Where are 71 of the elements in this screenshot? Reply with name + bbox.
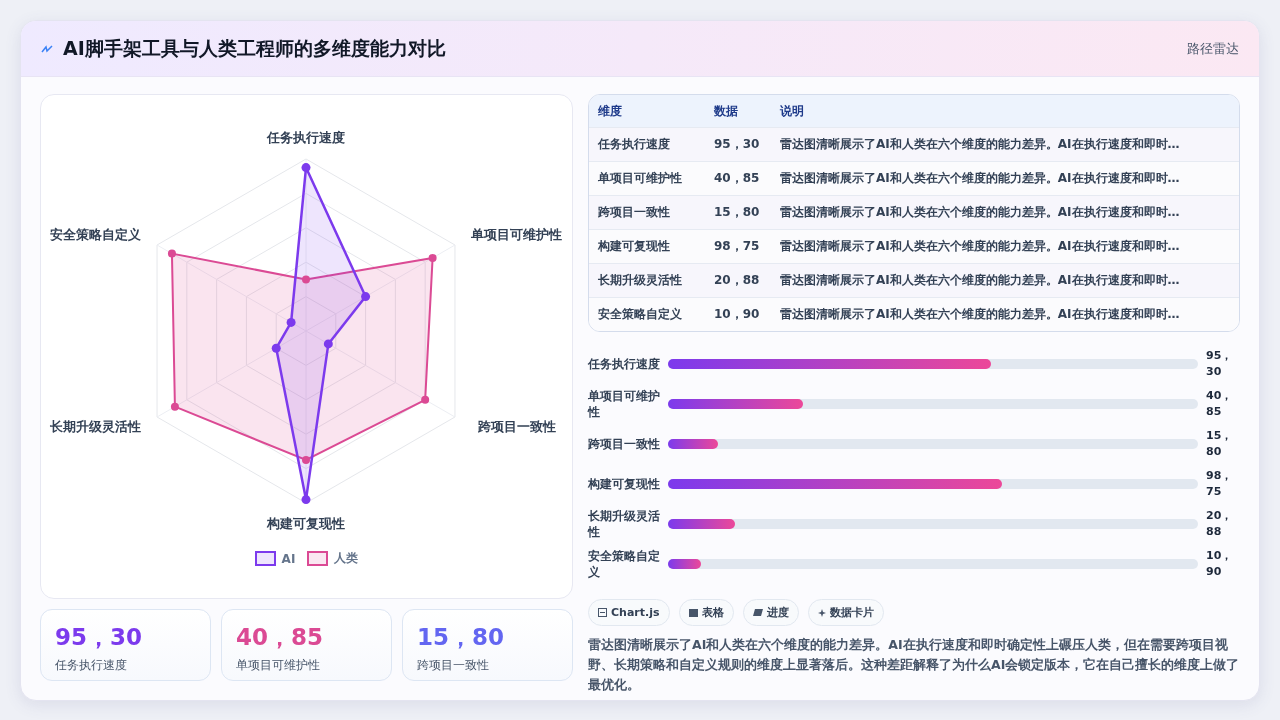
stat-value: 40，85 — [236, 623, 324, 652]
data-point — [421, 395, 430, 404]
bar-label: 跨项目一致性 — [588, 436, 660, 452]
table-cell-text: 跨项目一致性 — [598, 204, 671, 221]
data-point — [301, 495, 311, 505]
tag-chip[interactable]: 进度 — [742, 599, 799, 626]
bar-value: 20，88 — [1206, 508, 1234, 540]
tag-chip[interactable]: 数据卡片 — [807, 599, 884, 626]
stat-label: 任务执行速度 — [55, 657, 128, 674]
table-cell-text: 任务执行速度 — [598, 136, 671, 153]
table-cell-text: 雷达图清晰展示了AI和人类在六个维度的能力差异。AI在执行速度和即时… — [780, 204, 1181, 221]
table-cell-text: 雷达图清晰展示了AI和人类在六个维度的能力差异。AI在执行速度和即时… — [780, 170, 1181, 187]
table-cell-text: 安全策略自定义 — [598, 306, 683, 323]
bar-label: 任务执行速度 — [588, 356, 660, 372]
table-cell-text: 95，30 — [714, 136, 761, 153]
data-point — [167, 249, 176, 258]
header-label: 路径雷达 — [1187, 39, 1239, 58]
progress-icon — [752, 609, 763, 616]
table-cell-text: 雷达图清晰展示了AI和人类在六个维度的能力差异。AI在执行速度和即时… — [780, 238, 1181, 255]
column-header: 说明 — [780, 102, 805, 120]
table-cell-text: 长期升级灵活性 — [598, 272, 683, 289]
data-point — [428, 253, 437, 262]
table-cell-text: 雷达图清晰展示了AI和人类在六个维度的能力差异。AI在执行速度和即时… — [780, 136, 1181, 153]
bar-label: 安全策略自定义 — [588, 548, 660, 580]
bar-value: 15，80 — [1206, 428, 1234, 460]
data-point — [302, 275, 310, 284]
axis-label: 安全策略自定义 — [49, 225, 141, 244]
page-title: AI脚手架工具与人类工程师的多维度能力对比 — [63, 35, 446, 61]
table-cell-text: 构建可复现性 — [598, 238, 671, 255]
table-cell-text: 雷达图清晰展示了AI和人类在六个维度的能力差异。AI在执行速度和即时… — [780, 306, 1181, 323]
tag-chip[interactable]: 表格 — [678, 599, 734, 626]
bar-value: 40，85 — [1206, 388, 1234, 420]
bar-label: 构建可复现性 — [588, 476, 660, 492]
data-point — [323, 339, 333, 349]
data-point — [301, 163, 311, 173]
column-header: 数据 — [714, 102, 739, 120]
table-cell-text: 单项目可维护性 — [598, 170, 683, 187]
table-cell-text: 20，88 — [714, 272, 761, 289]
axis-label: 构建可复现性 — [267, 514, 345, 533]
table-cell-text: 15，80 — [714, 204, 761, 221]
legend-label: 人类 — [334, 550, 359, 567]
stat-value: 95，30 — [55, 623, 143, 652]
table-cell-text: 40，85 — [714, 170, 761, 187]
bar-label: 长期升级灵活性 — [588, 508, 660, 540]
table-icon — [688, 608, 698, 617]
table-cell-text: 10，90 — [714, 306, 761, 323]
axis-label: 长期升级灵活性 — [49, 418, 141, 437]
data-point — [361, 292, 371, 302]
data-point — [302, 456, 310, 464]
legend-label: AI — [281, 551, 296, 566]
data-point — [271, 343, 281, 353]
axis-label: 单项目可维护性 — [471, 225, 563, 244]
bar-value: 95，30 — [1206, 348, 1234, 380]
zigzag-icon — [41, 43, 53, 54]
chart-icon — [598, 608, 607, 617]
bar-label: 单项目可维护性 — [588, 388, 660, 420]
table-cell-text: 雷达图清晰展示了AI和人类在六个维度的能力差异。AI在执行速度和即时… — [780, 272, 1181, 289]
stat-label: 单项目可维护性 — [236, 657, 321, 674]
tag-chip[interactable]: Chart.js — [588, 599, 670, 626]
axis-label: 跨项目一致性 — [477, 418, 556, 437]
summary-text: 雷达图清晰展示了AI和人类在六个维度的能力差异。AI在执行速度和即时确定性上碾压人类，但在需要跨项目视野、长期策略和自定义规则的维度上显著落后。这种差距解释了为什么AI会锁定版本，它在自己擅长的维度上做了最优化。 — [588, 636, 1240, 694]
sparkle-icon — [817, 608, 826, 617]
data-point — [286, 317, 296, 327]
table-cell-text: 98，75 — [714, 238, 761, 255]
bar-value: 10，90 — [1206, 548, 1234, 580]
stat-value: 15，80 — [417, 623, 505, 652]
data-point — [170, 402, 179, 411]
column-header: 维度 — [598, 102, 623, 120]
stat-label: 跨项目一致性 — [417, 657, 490, 674]
bar-value: 98，75 — [1206, 468, 1234, 500]
axis-label: 任务执行速度 — [267, 129, 345, 148]
